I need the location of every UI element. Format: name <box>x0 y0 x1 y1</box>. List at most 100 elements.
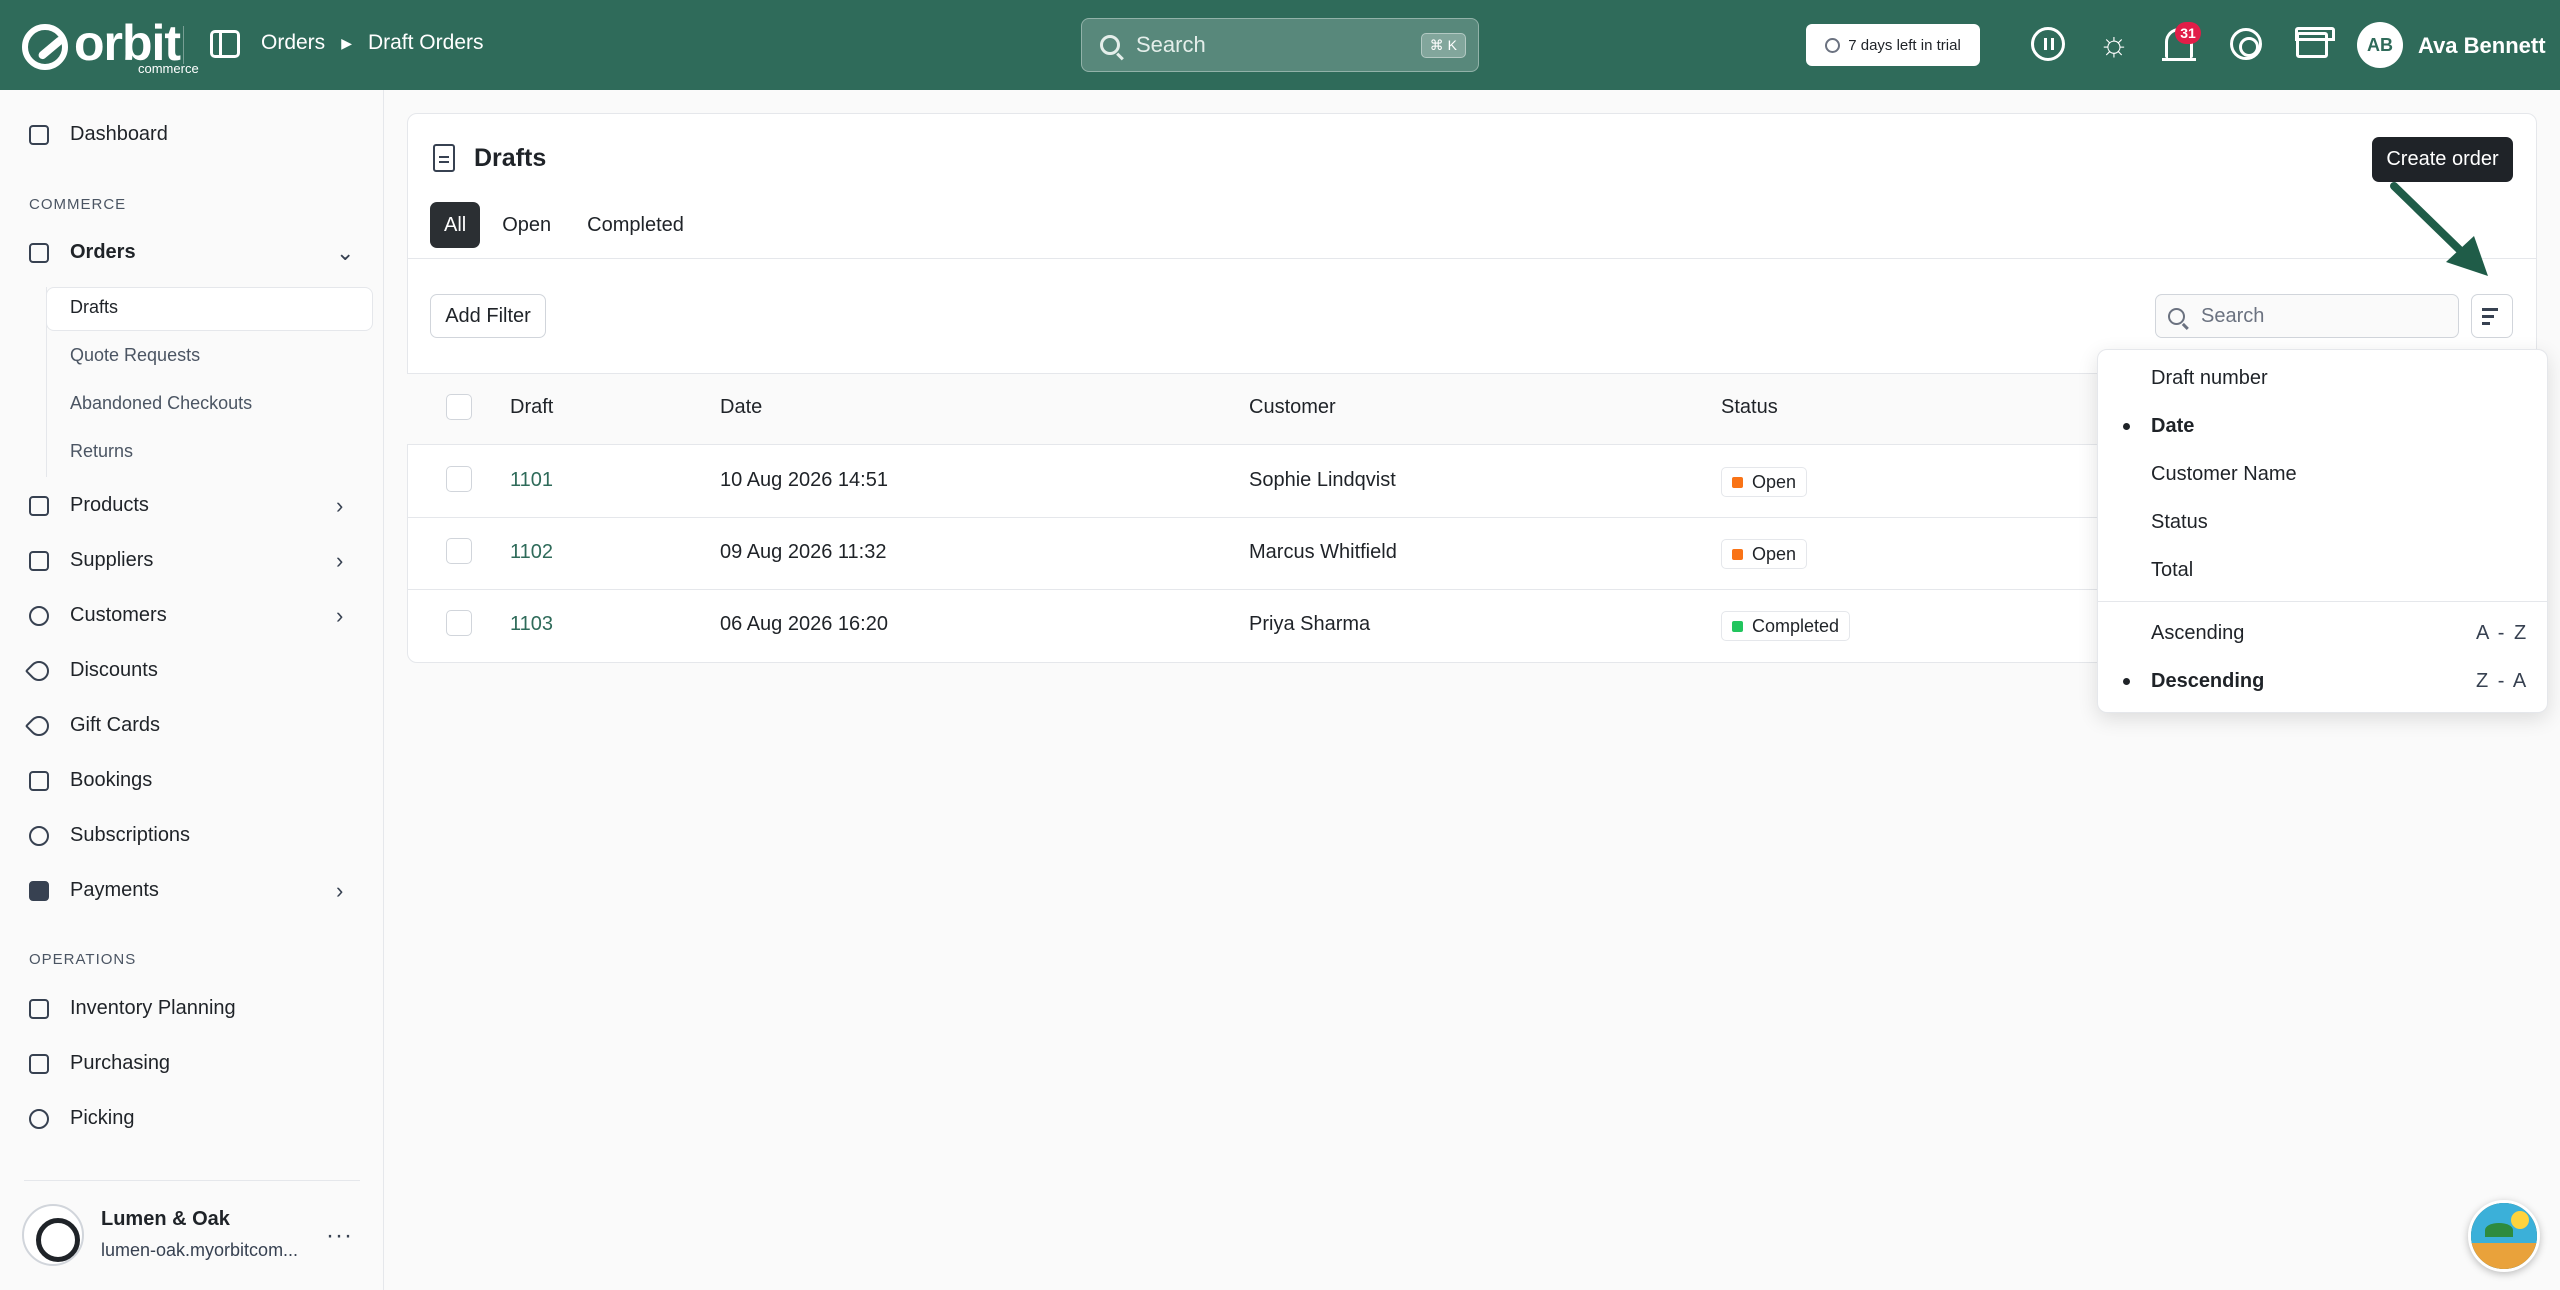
sidebar-item-suppliers[interactable]: Suppliers › <box>29 548 343 573</box>
more-options-icon[interactable]: ··· <box>326 1222 353 1250</box>
breadcrumb-orders[interactable]: Orders <box>261 31 325 55</box>
search-icon <box>1100 35 1120 55</box>
sort-icon[interactable] <box>2471 294 2513 338</box>
map-pin-icon <box>29 1108 49 1129</box>
sidebar-item-label: Inventory Planning <box>70 997 236 1019</box>
sidebar-divider <box>24 1180 360 1181</box>
ascending-hint: A - Z <box>2476 622 2529 644</box>
clipboard-icon <box>29 998 49 1019</box>
sidebar-item-label: Orders <box>70 241 136 263</box>
draft-number-link[interactable]: 1103 <box>510 613 553 636</box>
panel-toggle-icon[interactable] <box>210 30 240 58</box>
draft-number-link[interactable]: 1102 <box>510 541 553 564</box>
draft-number-link[interactable]: 1101 <box>510 469 553 492</box>
store-url: lumen-oak.myorbitcom... <box>101 1240 299 1260</box>
row-checkbox[interactable] <box>446 610 472 636</box>
status-dot-icon <box>1732 620 1743 632</box>
status-tabs: All Open Completed <box>430 202 706 248</box>
sidebar-item-purchasing[interactable]: Purchasing <box>29 1052 170 1075</box>
sidebar-item-discounts[interactable]: Discounts <box>24 656 158 685</box>
calendar-icon <box>29 770 49 791</box>
sidebar-item-picking[interactable]: Picking <box>29 1107 134 1130</box>
store-logo[interactable] <box>22 1204 84 1266</box>
sidebar-item-label: Dashboard <box>70 123 168 145</box>
sort-field-total[interactable]: Total <box>2151 559 2193 582</box>
sort-order-ascending[interactable]: Ascending <box>2151 622 2244 645</box>
user-name[interactable]: Ava Bennett <box>2418 33 2546 59</box>
orbit-logo[interactable]: orbit commerce <box>22 18 199 75</box>
sidebar-item-inventory-planning[interactable]: Inventory Planning <box>29 997 236 1020</box>
chevron-down-icon[interactable]: ⌄ <box>336 240 354 266</box>
column-header-customer[interactable]: Customer <box>1249 396 1336 419</box>
clock-icon <box>1825 37 1841 53</box>
sidebar-item-subscriptions[interactable]: Subscriptions <box>29 824 190 847</box>
sidebar-item-dashboard[interactable]: Dashboard <box>29 123 168 146</box>
sort-field-status[interactable]: Status <box>2151 511 2208 534</box>
sidebar-item-bookings[interactable]: Bookings <box>29 769 152 792</box>
column-header-status[interactable]: Status <box>1721 396 1778 419</box>
user-avatar[interactable]: AB <box>2357 22 2403 68</box>
table-search-placeholder: Search <box>2201 304 2265 327</box>
logo-mark-icon <box>22 23 68 70</box>
page-title: Drafts <box>474 144 547 172</box>
create-order-button[interactable]: Create order <box>2372 137 2513 182</box>
sort-field-date[interactable]: Date <box>2151 415 2194 438</box>
sidebar-subitem-drafts[interactable]: Drafts <box>70 297 118 318</box>
breadcrumb-draft-orders[interactable]: Draft Orders <box>368 31 484 55</box>
dashboard-icon <box>29 124 49 145</box>
sun-icon[interactable]: ☼ <box>2096 26 2132 62</box>
pause-icon[interactable] <box>2031 27 2065 61</box>
sidebar-item-orders[interactable]: Orders ⌄ <box>29 240 354 265</box>
sidebar-subitem-returns[interactable]: Returns <box>70 441 133 462</box>
box-icon <box>29 495 49 516</box>
chevron-right-icon: › <box>336 547 344 573</box>
sidebar-item-payments[interactable]: Payments › <box>29 878 343 903</box>
customer-name: Priya Sharma <box>1249 613 1371 635</box>
status-label: Open <box>1752 471 1797 492</box>
selected-bullet-icon <box>2123 423 2130 430</box>
store-icon[interactable] <box>2295 27 2335 58</box>
row-checkbox[interactable] <box>446 466 472 492</box>
tab-open[interactable]: Open <box>488 202 565 248</box>
lifebuoy-icon[interactable] <box>2230 28 2262 60</box>
sort-order-descending[interactable]: Descending <box>2151 670 2264 693</box>
column-header-draft[interactable]: Draft <box>510 396 553 419</box>
sidebar-item-label: Discounts <box>70 659 158 681</box>
document-icon <box>433 144 455 172</box>
chevron-right-icon: › <box>336 492 344 518</box>
descending-hint: Z - A <box>2476 670 2529 692</box>
row-checkbox[interactable] <box>446 538 472 564</box>
customer-name: Marcus Whitfield <box>1249 541 1397 563</box>
column-header-date[interactable]: Date <box>720 396 762 419</box>
sidebar-item-products[interactable]: Products › <box>29 493 343 518</box>
refresh-icon <box>29 825 49 846</box>
chevron-right-icon: › <box>336 877 344 903</box>
sidebar-item-label: Purchasing <box>70 1052 171 1074</box>
sort-field-draft-number[interactable]: Draft number <box>2151 367 2268 390</box>
status-label: Completed <box>1752 615 1840 636</box>
trial-badge[interactable]: 7 days left in trial <box>1806 24 1980 66</box>
building-icon <box>29 550 49 571</box>
select-all-checkbox[interactable] <box>446 394 472 420</box>
table-search-input[interactable]: Search <box>2155 294 2459 338</box>
status-badge: Open <box>1721 539 1808 569</box>
sidebar-item-label: Subscriptions <box>70 824 191 846</box>
help-widget-button[interactable] <box>2468 1200 2540 1272</box>
tab-all[interactable]: All <box>430 202 481 248</box>
sidebar-subitem-abandoned-checkouts[interactable]: Abandoned Checkouts <box>70 393 252 414</box>
sidebar-item-label: Picking <box>70 1107 135 1129</box>
sidebar-item-gift-cards[interactable]: Gift Cards <box>24 711 160 740</box>
search-icon <box>2168 307 2185 325</box>
breadcrumb: Orders ▶ Draft Orders <box>261 31 484 55</box>
tab-completed[interactable]: Completed <box>573 202 698 248</box>
add-filter-button[interactable]: Add Filter <box>430 294 546 338</box>
status-label: Open <box>1752 543 1797 564</box>
section-label-operations: OPERATIONS <box>29 951 137 968</box>
sort-field-customer-name[interactable]: Customer Name <box>2151 463 2297 486</box>
global-search-input[interactable]: Search ⌘ K <box>1081 18 1479 72</box>
sidebar-item-customers[interactable]: Customers › <box>29 603 343 628</box>
sidebar-subitem-quote-requests[interactable]: Quote Requests <box>70 345 200 366</box>
search-shortcut: ⌘ K <box>1420 32 1466 58</box>
chevron-right-icon: › <box>336 602 344 628</box>
global-search-placeholder: Search <box>1136 32 1206 57</box>
